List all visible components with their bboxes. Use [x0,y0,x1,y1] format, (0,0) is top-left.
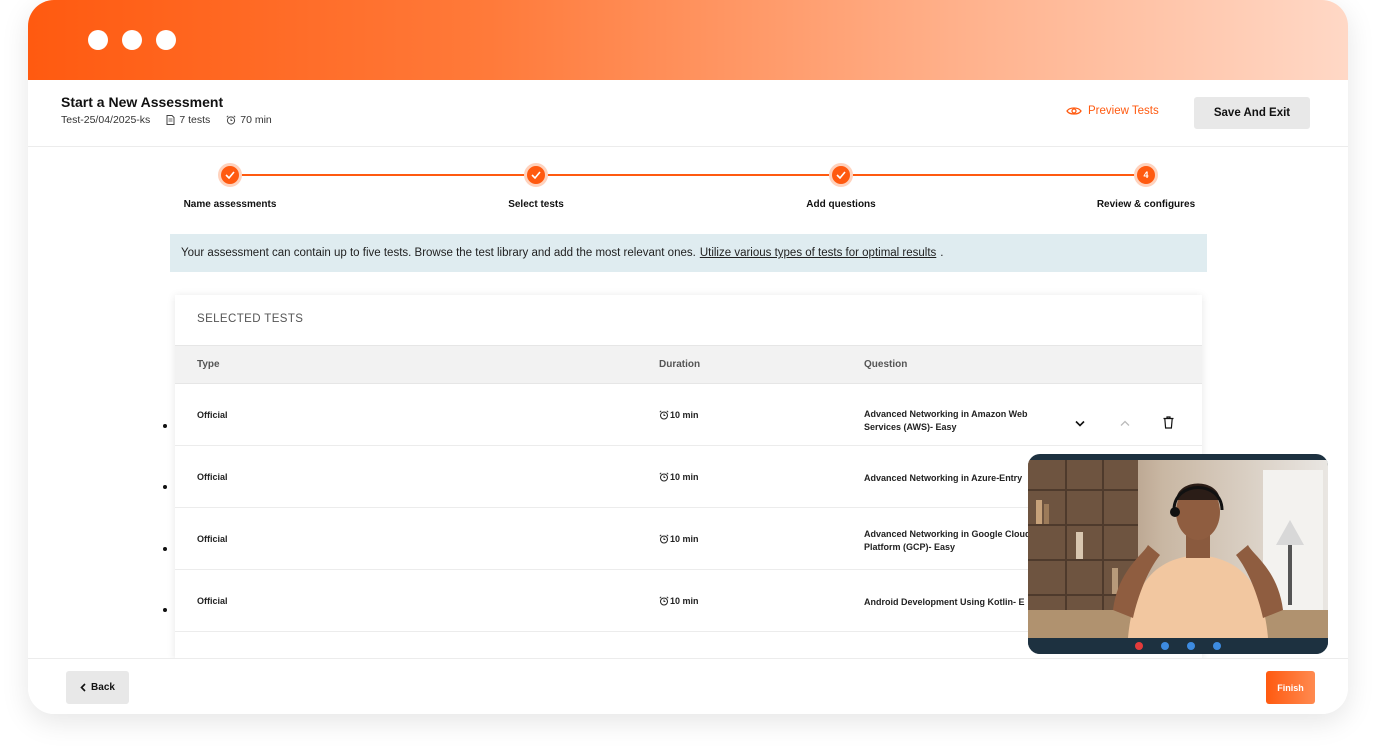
banner-text: Your assessment can contain up to five t… [181,247,696,259]
assessment-id-text: Test-25/04/2025-ks [61,114,151,126]
trash-icon[interactable] [1163,416,1174,429]
window-dot [122,30,142,50]
row-duration: 10 min [659,534,699,544]
step-4-indicator[interactable]: 4 [1134,163,1158,187]
document-icon [166,115,175,125]
check-icon [225,171,235,179]
footer-bar: Back Finish [28,658,1348,714]
finish-button[interactable]: Finish [1266,671,1315,704]
tests-count: 7 tests [166,114,210,126]
step-1-label: Name assessments [183,199,277,210]
row-duration-text: 10 min [670,534,699,544]
chevron-down-icon[interactable] [1075,420,1085,427]
back-button[interactable]: Back [66,671,129,704]
banner-suffix: . [940,247,944,259]
camera-icon[interactable] [1161,642,1169,650]
eye-icon [1066,107,1082,115]
step-4-number: 4 [1143,170,1149,180]
panel-title: SELECTED TESTS [197,313,304,325]
row-type: Official [197,596,228,606]
alarm-clock-icon [659,596,669,606]
title-bar [28,0,1348,80]
back-label: Back [91,682,115,693]
step-1-indicator[interactable] [218,163,242,187]
row-question: Advanced Networking in Azure-Entry [864,473,1023,483]
video-controls [1028,638,1328,654]
microphone-icon[interactable] [1187,642,1195,650]
row-duration: 10 min [659,596,699,606]
assessment-id: Test-25/04/2025-ks [61,114,150,126]
end-call-icon[interactable] [1135,642,1143,650]
tests-count-text: 7 tests [179,114,211,126]
column-question: Question [864,359,908,370]
window-dot [156,30,176,50]
save-and-exit-button[interactable]: Save And Exit [1194,97,1310,129]
video-call-window[interactable] [1028,454,1328,654]
row-duration-text: 10 min [670,596,699,606]
row-type: Official [197,534,228,544]
step-4-label: Review & configures [1096,199,1196,210]
page-header: Start a New Assessment Test-25/04/2025-k… [28,80,1348,147]
list-bullet [163,424,167,428]
list-bullet [163,485,167,489]
progress-stepper: Name assessments Select tests Add questi… [28,147,1348,227]
step-2-indicator[interactable] [524,163,548,187]
row-type: Official [197,472,228,482]
row-duration: 10 min [659,472,699,482]
column-duration: Duration [659,359,701,370]
row-duration: 10 min [659,410,699,420]
list-bullet [163,547,167,551]
row-duration-text: 10 min [670,472,699,482]
list-bullet [163,608,167,612]
preview-tests-label: Preview Tests [1088,105,1159,117]
step-2-label: Select tests [508,199,564,210]
row-duration-text: 10 min [670,410,699,420]
chevron-left-icon [80,683,86,692]
total-duration: 70 min [226,114,272,126]
stepper-line [230,174,1146,176]
row-question: Advanced Networking in Google Cloud Plat… [864,529,1031,552]
row-question: Android Development Using Kotlin- E [864,597,1025,607]
total-duration-text: 70 min [240,114,272,126]
row-type: Official [197,410,228,420]
banner-link[interactable]: Utilize various types of tests for optim… [700,247,936,259]
alarm-clock-icon [659,534,669,544]
assessment-meta: Test-25/04/2025-ks 7 tests 70 min [61,114,288,126]
check-icon [531,171,541,179]
info-banner: Your assessment can contain up to five t… [170,234,1207,272]
window-dot [88,30,108,50]
check-icon [836,171,846,179]
step-3-indicator[interactable] [829,163,853,187]
table-header: Type Duration Question [175,345,1202,384]
alarm-clock-icon [659,410,669,420]
column-type: Type [197,359,220,370]
preview-tests-button[interactable]: Preview Tests [1066,105,1159,117]
page-title: Start a New Assessment [61,94,224,110]
row-question: Advanced Networking in Amazon Web Servic… [864,409,1028,432]
alarm-clock-icon [226,115,236,125]
share-screen-icon[interactable] [1213,642,1221,650]
chevron-up-icon[interactable] [1120,420,1130,427]
table-row: Official 10 min Advanced Networking in A… [175,384,1202,446]
step-3-label: Add questions [806,199,876,210]
video-feed [1028,460,1328,638]
alarm-clock-icon [659,472,669,482]
